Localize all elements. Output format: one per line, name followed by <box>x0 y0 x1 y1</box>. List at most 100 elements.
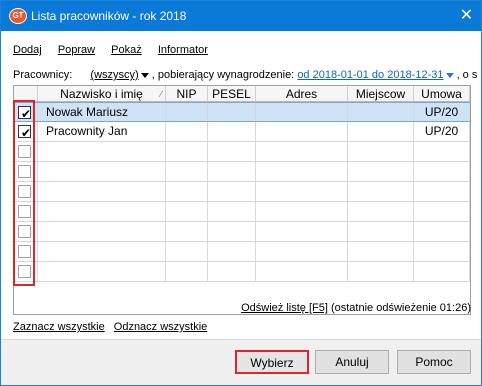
app-logo-icon: GT <box>9 8 27 24</box>
filter-bar: Pracownicy: (wszyscy) , pobierający wyna… <box>13 69 479 81</box>
employees-dropdown-icon[interactable] <box>140 72 149 78</box>
table-row[interactable] <box>14 162 470 182</box>
row-checkbox[interactable] <box>18 205 31 218</box>
table-row[interactable] <box>14 222 470 242</box>
choose-button[interactable]: Wybierz <box>235 350 309 374</box>
cell-nip <box>166 242 208 261</box>
deselect-all-link[interactable]: Odznacz wszystkie <box>114 321 208 333</box>
cell-pesel <box>208 222 256 241</box>
cell-miejscow <box>348 202 414 221</box>
table-row[interactable]: ✔ Nowak Mariusz UP/20 <box>14 102 470 122</box>
row-checkbox-cell <box>14 222 38 241</box>
cell-adres <box>256 222 348 241</box>
column-header-address[interactable]: Adres <box>256 86 348 102</box>
cell-pesel <box>208 142 256 161</box>
employee-table[interactable]: Nazwisko i imię ⁄ NIP PESEL Adres Miejsc… <box>13 85 471 315</box>
cell-nip <box>166 162 208 181</box>
row-checkbox[interactable]: ✔ <box>18 106 31 121</box>
dialog-window: GT Lista pracowników - rok 2018 ✕ Dodaj … <box>0 0 482 386</box>
row-checkbox[interactable] <box>18 265 31 278</box>
cell-miejscow <box>348 262 414 281</box>
cell-name <box>38 182 166 201</box>
menu-show[interactable]: Pokaż <box>111 44 142 56</box>
cell-umowa: UP/20 <box>414 122 470 141</box>
cell-pesel <box>208 103 256 121</box>
menu-add[interactable]: Dodaj <box>13 44 42 56</box>
row-checkbox[interactable] <box>18 185 31 198</box>
menu-edit[interactable]: Popraw <box>58 44 95 56</box>
cell-miejscow <box>348 103 414 121</box>
cancel-button[interactable]: Anuluj <box>315 350 389 374</box>
table-row[interactable] <box>14 142 470 162</box>
selection-links: Zaznacz wszystkie Odznacz wszystkie <box>13 321 213 333</box>
table-row[interactable] <box>14 242 470 262</box>
row-checkbox-cell: ✔ <box>14 122 38 141</box>
cell-adres <box>256 142 348 161</box>
cell-adres <box>256 262 348 281</box>
title-bar[interactable]: GT Lista pracowników - rok 2018 ✕ <box>1 1 481 31</box>
employees-filter[interactable]: (wszyscy) <box>90 69 138 81</box>
cell-pesel <box>208 242 256 261</box>
cell-adres <box>256 103 348 121</box>
cell-name <box>38 222 166 241</box>
row-checkbox[interactable] <box>18 225 31 238</box>
row-checkbox-cell <box>14 202 38 221</box>
cell-nip <box>166 122 208 141</box>
period-dropdown-icon[interactable] <box>445 72 454 78</box>
period-filter[interactable]: od 2018-01-01 do 2018-12-31 <box>297 69 443 81</box>
column-header-contract[interactable]: Umowa <box>414 86 470 102</box>
column-header-nip[interactable]: NIP <box>166 86 208 102</box>
cell-pesel <box>208 162 256 181</box>
row-checkbox[interactable] <box>18 145 31 158</box>
column-header-name[interactable]: Nazwisko i imię ⁄ <box>38 86 166 102</box>
menu-informator[interactable]: Informator <box>158 44 208 56</box>
row-checkbox[interactable] <box>18 165 31 178</box>
select-all-link[interactable]: Zaznacz wszystkie <box>13 321 105 333</box>
cell-nip <box>166 142 208 161</box>
cell-miejscow <box>348 162 414 181</box>
row-checkbox-cell: ✔ <box>14 103 38 121</box>
cell-name <box>38 202 166 221</box>
column-header-pesel[interactable]: PESEL <box>208 86 256 102</box>
row-checkbox-cell <box>14 142 38 161</box>
cell-name: Pracownity Jan <box>38 122 166 141</box>
cell-umowa <box>414 262 470 281</box>
row-checkbox-cell <box>14 262 38 281</box>
window-title: Lista pracowników - rok 2018 <box>31 9 187 23</box>
refresh-link[interactable]: Odśwież listę [F5] <box>241 302 328 314</box>
column-header-city[interactable]: Miejscow <box>348 86 414 102</box>
button-bar: Wybierz Anuluj Pomoc <box>1 339 481 385</box>
cell-pesel <box>208 122 256 141</box>
cell-umowa <box>414 142 470 161</box>
cell-name <box>38 142 166 161</box>
cell-miejscow <box>348 122 414 141</box>
row-checkbox[interactable]: ✔ <box>18 125 31 140</box>
table-row[interactable] <box>14 202 470 222</box>
cell-miejscow <box>348 222 414 241</box>
cell-nip <box>166 222 208 241</box>
refresh-area: Odśwież listę [F5] (ostatnie odświeżenie… <box>241 302 471 314</box>
help-button[interactable]: Pomoc <box>397 350 471 374</box>
close-button[interactable]: ✕ <box>452 1 481 31</box>
cell-umowa <box>414 222 470 241</box>
cell-name <box>38 162 166 181</box>
sort-indicator-icon: ⁄ <box>160 89 162 99</box>
table-row[interactable] <box>14 262 470 282</box>
cell-nip <box>166 262 208 281</box>
cell-name: Nowak Mariusz <box>38 103 166 121</box>
row-checkbox-cell <box>14 242 38 261</box>
cell-name <box>38 262 166 281</box>
table-row[interactable]: ✔ Pracownity Jan UP/20 <box>14 122 470 142</box>
row-checkbox[interactable] <box>18 245 31 258</box>
cell-nip <box>166 202 208 221</box>
cell-nip <box>166 182 208 201</box>
cell-pesel <box>208 182 256 201</box>
refresh-note: (ostatnie odświeżenie 01:26) <box>330 302 471 314</box>
checkmark-icon: ✔ <box>21 107 32 121</box>
dialog-content: Dodaj Popraw Pokaż Informator Pracownicy… <box>1 31 481 339</box>
table-row[interactable] <box>14 182 470 202</box>
column-header-check[interactable] <box>14 86 38 102</box>
cell-umowa <box>414 162 470 181</box>
cell-umowa <box>414 182 470 201</box>
cell-adres <box>256 122 348 141</box>
